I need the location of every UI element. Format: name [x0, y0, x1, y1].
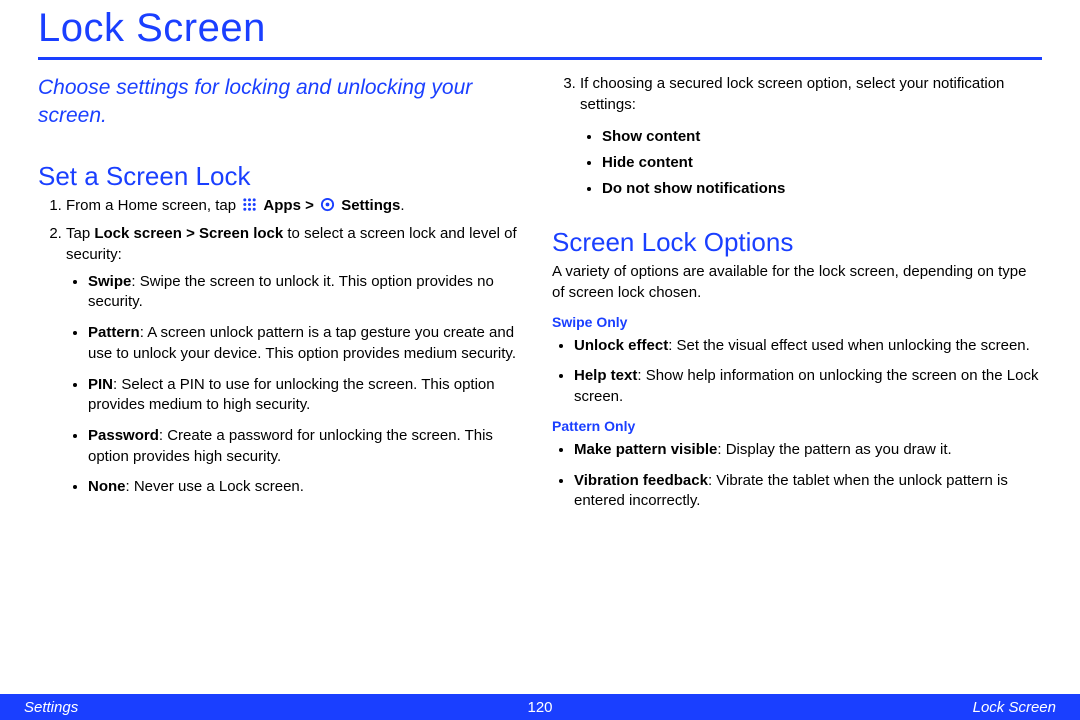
- make-pattern-visible-text: : Display the pattern as you draw it.: [717, 441, 951, 458]
- list-item: Hide content: [602, 151, 1042, 175]
- pattern-label: Pattern: [88, 324, 140, 341]
- password-label: Password: [88, 427, 159, 444]
- right-column: If choosing a secured lock screen option…: [552, 74, 1042, 522]
- list-item: Unlock effect: Set the visual effect use…: [574, 336, 1042, 357]
- list-item: Password: Create a password for unlockin…: [88, 426, 528, 467]
- list-item: Help text: Show help information on unlo…: [574, 366, 1042, 407]
- swipe-label: Swipe: [88, 273, 131, 290]
- list-item: Make pattern visible: Display the patter…: [574, 440, 1042, 461]
- step-3: If choosing a secured lock screen option…: [580, 74, 1042, 201]
- left-column: Choose settings for locking and unlockin…: [38, 74, 528, 522]
- pattern-only-list: Make pattern visible: Display the patter…: [552, 440, 1042, 512]
- list-item: Pattern: A screen unlock pattern is a ta…: [88, 323, 528, 364]
- pattern-only-heading: Pattern Only: [552, 418, 1042, 434]
- step-3-text: If choosing a secured lock screen option…: [580, 75, 1004, 113]
- none-label: None: [88, 478, 126, 495]
- step-2-a: Tap: [66, 225, 94, 242]
- swipe-only-list: Unlock effect: Set the visual effect use…: [552, 336, 1042, 408]
- apps-grid-icon: [242, 197, 257, 212]
- steps-continued: If choosing a secured lock screen option…: [552, 74, 1042, 201]
- screen-lock-options-heading: Screen Lock Options: [552, 227, 1042, 258]
- page-title: Lock Screen: [38, 6, 1042, 51]
- step-1-text-a: From a Home screen, tap: [66, 197, 236, 214]
- list-item: Swipe: Swipe the screen to unlock it. Th…: [88, 272, 528, 313]
- unlock-effect-text: : Set the visual effect used when unlock…: [668, 337, 1030, 354]
- lock-type-list: Swipe: Swipe the screen to unlock it. Th…: [66, 272, 528, 498]
- two-columns: Choose settings for locking and unlockin…: [38, 74, 1042, 522]
- settings-label: Settings: [341, 197, 400, 214]
- help-text-label: Help text: [574, 367, 637, 384]
- pin-text: : Select a PIN to use for unlocking the …: [88, 376, 495, 414]
- set-screen-lock-heading: Set a Screen Lock: [38, 161, 528, 192]
- swipe-only-heading: Swipe Only: [552, 314, 1042, 330]
- step-2-b: Lock screen > Screen lock: [94, 225, 283, 242]
- step-1: From a Home screen, tap Apps > Settings.: [66, 196, 528, 217]
- step-2: Tap Lock screen > Screen lock to select …: [66, 224, 528, 498]
- swipe-text: : Swipe the screen to unlock it. This op…: [88, 273, 494, 311]
- title-rule: [38, 57, 1042, 60]
- help-text-text: : Show help information on unlocking the…: [574, 367, 1038, 405]
- make-pattern-visible-label: Make pattern visible: [574, 441, 717, 458]
- vibration-feedback-label: Vibration feedback: [574, 472, 708, 489]
- footer-page-number: 120: [0, 699, 1080, 716]
- pattern-text: : A screen unlock pattern is a tap gestu…: [88, 324, 516, 362]
- none-text: : Never use a Lock screen.: [126, 478, 304, 495]
- list-item: Do not show notifications: [602, 177, 1042, 201]
- page-body: Lock Screen Choose settings for locking …: [0, 0, 1080, 522]
- set-screen-lock-steps: From a Home screen, tap Apps > Settings.: [38, 196, 528, 498]
- intro-text: Choose settings for locking and unlockin…: [38, 74, 528, 131]
- page-footer: Settings 120 Lock Screen: [0, 694, 1080, 720]
- pin-label: PIN: [88, 376, 113, 393]
- gear-icon: [320, 197, 335, 212]
- list-item: None: Never use a Lock screen.: [88, 477, 528, 498]
- list-item: Show content: [602, 125, 1042, 149]
- screen-lock-options-intro: A variety of options are available for t…: [552, 262, 1042, 303]
- notification-options: Show content Hide content Do not show no…: [580, 125, 1042, 201]
- unlock-effect-label: Unlock effect: [574, 337, 668, 354]
- list-item: PIN: Select a PIN to use for unlocking t…: [88, 375, 528, 416]
- step-1-end: .: [400, 197, 404, 214]
- apps-label: Apps >: [263, 197, 313, 214]
- list-item: Vibration feedback: Vibrate the tablet w…: [574, 471, 1042, 512]
